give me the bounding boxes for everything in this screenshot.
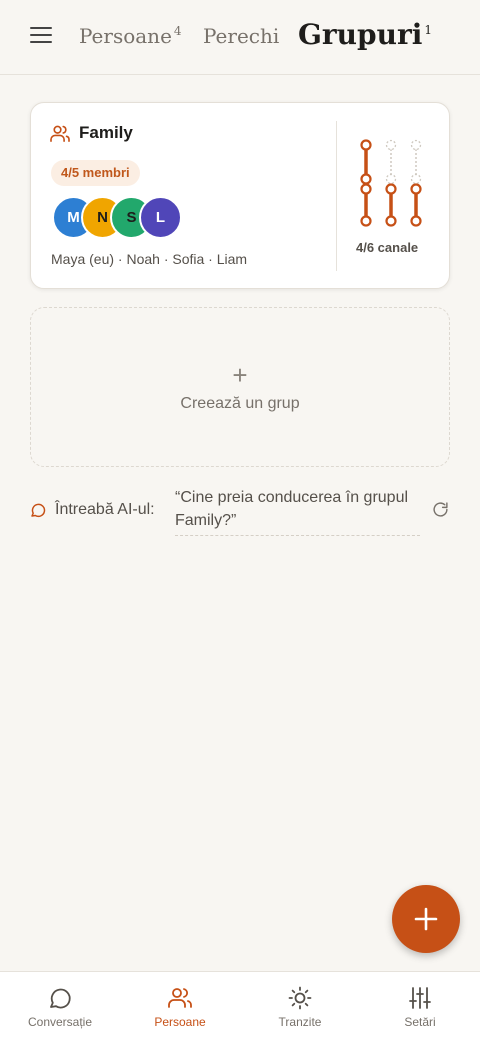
card-divider	[336, 121, 337, 271]
people-icon	[168, 988, 192, 1008]
tab-groups-label: Grupuri	[298, 18, 423, 51]
channel-active	[410, 183, 422, 227]
channel-inactive	[385, 139, 397, 185]
ask-ai-label: Întreabă AI-ul:	[55, 501, 155, 518]
members-badge: 4/5 membri	[51, 160, 140, 186]
tab-groups[interactable]: Grupuri 1	[298, 18, 432, 51]
add-fab-button[interactable]	[392, 885, 460, 953]
tab-people-count: 4	[173, 24, 182, 39]
ask-ai-question[interactable]: “Cine preia conducerea în grupul Family?…	[175, 486, 420, 536]
chat-icon	[50, 988, 71, 1009]
channel-node	[410, 139, 422, 151]
channel-node	[410, 183, 422, 195]
channel-active	[360, 183, 372, 227]
avatar-l-initial: L	[155, 209, 166, 226]
channel-node	[360, 215, 372, 227]
chat-bubble-icon	[31, 503, 46, 518]
channel-inactive	[410, 139, 422, 185]
top-header: Persoane 4 Perechi Grupuri 1	[0, 0, 480, 75]
refresh-icon[interactable]	[432, 501, 449, 518]
nav-label-people: Persoane	[154, 1015, 206, 1029]
channel-node	[360, 173, 372, 185]
tab-pairs[interactable]: Perechi	[203, 24, 279, 48]
bottom-nav: Conversație Persoane Tranzite Setări	[0, 971, 480, 1041]
create-group-button[interactable]: + Creează un grup	[30, 307, 450, 467]
channel-node	[360, 183, 372, 195]
group-icon	[50, 125, 70, 142]
tab-people[interactable]: Persoane 4	[79, 24, 182, 48]
group-title-row: Family	[50, 123, 133, 143]
channel-node	[360, 139, 372, 151]
channel-node	[385, 215, 397, 227]
nav-item-conversation[interactable]: Conversație	[0, 972, 120, 1041]
nav-label-settings: Setări	[404, 1015, 436, 1029]
channel-node	[385, 173, 397, 185]
nav-item-settings[interactable]: Setări	[360, 972, 480, 1041]
channels-label: 4/6 canale	[356, 240, 419, 255]
channel-node	[385, 139, 397, 151]
group-name: Family	[79, 123, 133, 142]
avatar-n-initial: N	[97, 209, 108, 226]
channels-graphic	[360, 139, 422, 227]
channel-node	[410, 173, 422, 185]
sliders-icon	[409, 987, 431, 1009]
tab-pairs-label: Perechi	[203, 24, 280, 48]
sun-icon	[288, 986, 312, 1010]
ask-ai-row: Întreabă AI-ul: “Cine preia conducerea î…	[30, 486, 450, 536]
menu-icon[interactable]	[30, 27, 52, 45]
create-group-label: Creează un grup	[180, 394, 300, 412]
members-list: Maya (eu) · Noah · Sofia · Liam	[51, 251, 248, 267]
plus-icon: +	[232, 359, 248, 390]
group-card[interactable]: Family 4/5 membri M N S L Maya (eu) · No…	[30, 102, 450, 289]
channel-active	[385, 183, 397, 227]
channel-node	[385, 183, 397, 195]
channel-node	[410, 215, 422, 227]
avatar-s-initial: S	[126, 209, 137, 226]
nav-label-transits: Tranzite	[278, 1015, 322, 1029]
avatar-l: L	[139, 196, 182, 239]
channel-active	[360, 139, 372, 185]
plus-icon	[414, 907, 438, 931]
tab-groups-count: 1	[424, 22, 432, 37]
avatar-m-initial: M	[67, 209, 80, 226]
nav-item-people[interactable]: Persoane	[120, 972, 240, 1041]
nav-item-transits[interactable]: Tranzite	[240, 972, 360, 1041]
nav-label-conversation: Conversație	[27, 1015, 93, 1029]
tab-people-label: Persoane	[79, 24, 172, 48]
